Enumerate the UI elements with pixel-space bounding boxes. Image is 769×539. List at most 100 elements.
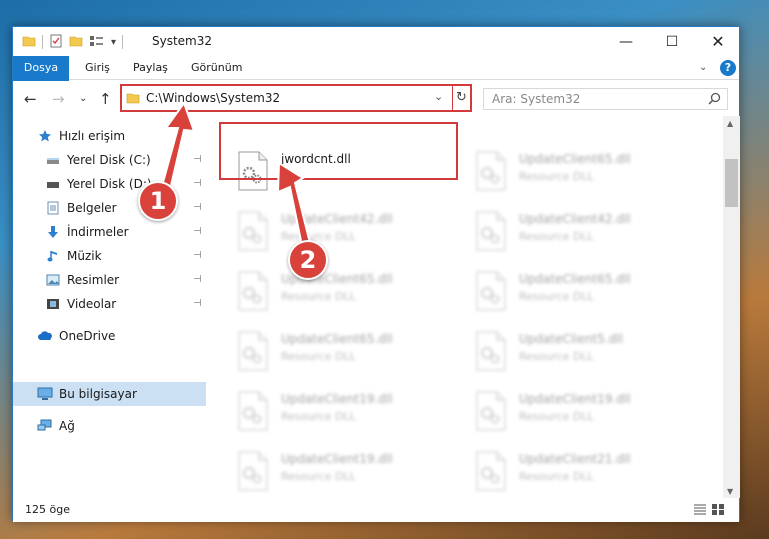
tab-share[interactable]: Paylaş <box>119 56 182 80</box>
sidebar-item-label: Resimler <box>67 273 120 287</box>
dll-file-icon <box>475 331 507 371</box>
pin-icon[interactable]: ⊣ <box>193 154 202 165</box>
video-icon <box>45 296 61 312</box>
sidebar-item-downloads[interactable]: İndirmeler ⊣ <box>13 220 206 244</box>
window-title: System32 <box>152 34 213 48</box>
vertical-scrollbar[interactable]: ▲ ▼ <box>723 116 740 498</box>
sidebar-item-onedrive[interactable]: OneDrive <box>13 324 206 348</box>
sidebar-item-label: Videolar <box>67 297 117 311</box>
file-name: UpdateClient65.dll <box>281 332 393 346</box>
recent-locations-button[interactable]: ⌄ <box>79 93 87 104</box>
search-icon[interactable] <box>708 92 721 108</box>
file-item[interactable]: UpdateClient42.dll Resource DLL <box>446 203 676 259</box>
folder-icon <box>126 91 140 108</box>
address-dropdown-icon[interactable]: ⌄ <box>434 90 443 103</box>
sidebar-item-network[interactable]: Ağ <box>13 414 206 438</box>
file-name: UpdateClient42.dll <box>519 212 631 226</box>
file-item[interactable]: UpdateClient65.dll Resource DLL <box>208 323 438 379</box>
file-explorer-window: ▾ System32 — ☐ ✕ Dosya Giriş Paylaş Görü… <box>12 26 741 522</box>
file-item[interactable]: UpdateClient21.dll Resource DLL <box>446 443 676 498</box>
tab-home[interactable]: Giriş <box>71 56 124 80</box>
sidebar-item-videos[interactable]: Videolar ⊣ <box>13 292 206 316</box>
search-box[interactable]: Ara: System32 <box>483 88 728 110</box>
pin-icon[interactable]: ⊣ <box>193 274 202 285</box>
sidebar-item-label: Bu bilgisayar <box>59 387 137 401</box>
file-name: UpdateClient42.dll <box>281 212 393 226</box>
sidebar-item-quick-access[interactable]: Hızlı erişim <box>13 124 206 148</box>
sidebar-item-pictures[interactable]: Resimler ⊣ <box>13 268 206 292</box>
network-icon <box>37 418 53 434</box>
file-type: Resource DLL <box>519 290 594 303</box>
music-icon <box>45 248 61 264</box>
dll-file-icon <box>237 271 269 311</box>
dll-file-icon <box>475 151 507 191</box>
toolbar-separator <box>42 35 43 49</box>
file-item[interactable]: UpdateClient19.dll Resource DLL <box>446 383 676 439</box>
dll-file-icon <box>475 451 507 491</box>
file-item[interactable]: UpdateClient19.dll Resource DLL <box>208 383 438 439</box>
file-item[interactable]: UpdateClient65.dll Resource DLL <box>446 143 676 199</box>
address-bar[interactable]: C:\Windows\System32 ⌄ ↻ <box>120 84 472 112</box>
help-icon[interactable]: ? <box>720 60 736 76</box>
maximize-button[interactable]: ☐ <box>649 27 695 56</box>
pin-icon[interactable]: ⊣ <box>193 226 202 237</box>
sidebar-item-label: Yerel Disk (C:) <box>67 153 151 167</box>
sidebar-item-local-disk-c[interactable]: Yerel Disk (C:) ⊣ <box>13 148 206 172</box>
step-badge-1: 1 <box>138 181 178 221</box>
pin-icon[interactable]: ⊣ <box>193 298 202 309</box>
file-type: Resource DLL <box>281 350 356 363</box>
properties-icon[interactable] <box>49 34 63 51</box>
picture-icon <box>45 272 61 288</box>
file-type: Resource DLL <box>281 470 356 483</box>
tab-view[interactable]: Görünüm <box>177 56 256 80</box>
file-type: Resource DLL <box>519 350 594 363</box>
address-path[interactable]: C:\Windows\System32 <box>146 91 280 105</box>
file-type: Resource DLL <box>281 410 356 423</box>
expand-ribbon-chevron-icon[interactable]: ⌄ <box>699 62 707 73</box>
pin-icon[interactable]: ⊣ <box>193 178 202 189</box>
sidebar-item-this-pc[interactable]: Bu bilgisayar <box>13 382 206 406</box>
dll-file-icon <box>237 391 269 431</box>
file-item[interactable]: UpdateClient65.dll Resource DLL <box>446 263 676 319</box>
file-name: UpdateClient19.dll <box>281 392 393 406</box>
refresh-button[interactable]: ↻ <box>452 86 470 110</box>
new-folder-icon[interactable] <box>69 34 83 51</box>
details-view-icon[interactable] <box>693 503 707 516</box>
item-count: 125 öge <box>25 503 70 516</box>
status-bar: 125 öge <box>13 498 739 522</box>
drive-icon <box>45 176 61 192</box>
scrollbar-thumb[interactable] <box>725 159 738 207</box>
scroll-down-icon[interactable]: ▼ <box>727 487 733 496</box>
minimize-button[interactable]: — <box>603 27 649 56</box>
close-button[interactable]: ✕ <box>695 27 741 56</box>
navigation-bar: ← → ⌄ ↑ C:\Windows\System32 ⌄ ↻ Ara: Sys… <box>13 81 739 116</box>
up-button[interactable]: ↑ <box>99 90 112 108</box>
file-item[interactable]: UpdateClient19.dll Resource DLL <box>208 443 438 498</box>
navigation-pane: Hızlı erişim Yerel Disk (C:) ⊣ Yerel Dis… <box>13 116 208 498</box>
forward-button[interactable]: → <box>52 90 65 108</box>
dll-file-icon <box>475 211 507 251</box>
back-button[interactable]: ← <box>24 90 37 108</box>
file-type: Resource DLL <box>519 470 594 483</box>
file-item[interactable]: UpdateClient5.dll Resource DLL <box>446 323 676 379</box>
sidebar-item-music[interactable]: Müzik ⊣ <box>13 244 206 268</box>
cloud-icon <box>37 328 53 344</box>
view-options-icon[interactable] <box>89 34 105 51</box>
sidebar-item-label: Ağ <box>59 419 75 433</box>
file-type: Resource DLL <box>519 410 594 423</box>
toolbar-separator <box>122 35 124 49</box>
dll-file-icon <box>237 451 269 491</box>
pin-icon[interactable]: ⊣ <box>193 202 202 213</box>
large-icons-view-icon[interactable] <box>711 503 725 516</box>
file-name: UpdateClient5.dll <box>519 332 623 346</box>
dll-file-icon <box>475 271 507 311</box>
download-icon <box>45 224 61 240</box>
customize-toolbar-icon[interactable]: ▾ <box>111 37 116 48</box>
pin-icon[interactable]: ⊣ <box>193 250 202 261</box>
file-type: Resource DLL <box>281 230 356 243</box>
file-type: Resource DLL <box>519 230 594 243</box>
dll-file-icon <box>237 211 269 251</box>
scroll-up-icon[interactable]: ▲ <box>727 119 733 128</box>
sidebar-item-local-disk-d[interactable]: Yerel Disk (D:) ⊣ <box>13 172 206 196</box>
star-icon <box>37 128 53 144</box>
